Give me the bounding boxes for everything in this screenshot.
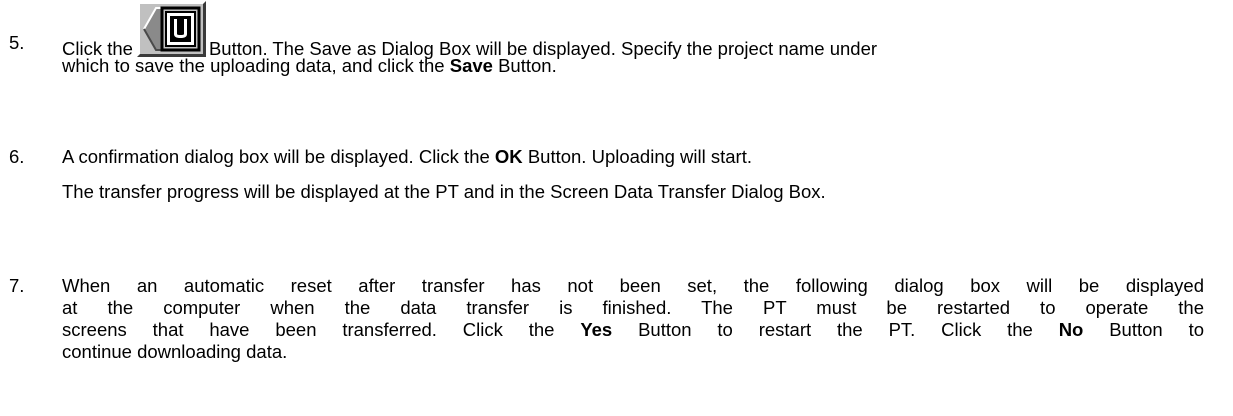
no-label: No [1058, 319, 1084, 340]
step-number: 5. [9, 32, 25, 53]
step-5-line-1: Click the Button. The Save as Dialog Box… [62, 1, 1212, 59]
step-number: 6. [9, 146, 25, 167]
step-number: 7. [9, 275, 25, 296]
step-7-line-4: continue downloading data. [62, 341, 288, 362]
step-7-line-1: When an automatic reset after transfer h… [62, 275, 1204, 296]
step-6-line-2: The transfer progress will be displayed … [62, 181, 826, 202]
yes-label: Yes [580, 319, 613, 340]
upload-u-button-icon [136, 1, 206, 57]
step-7-line-2: at the computer when the data transfer i… [62, 297, 1204, 318]
save-label: Save [449, 55, 493, 76]
ok-label: OK [494, 146, 523, 167]
step-6-line-1: A confirmation dialog box will be displa… [62, 146, 752, 167]
step-7-line-3: screens that have been transferred. Clic… [62, 319, 1204, 340]
